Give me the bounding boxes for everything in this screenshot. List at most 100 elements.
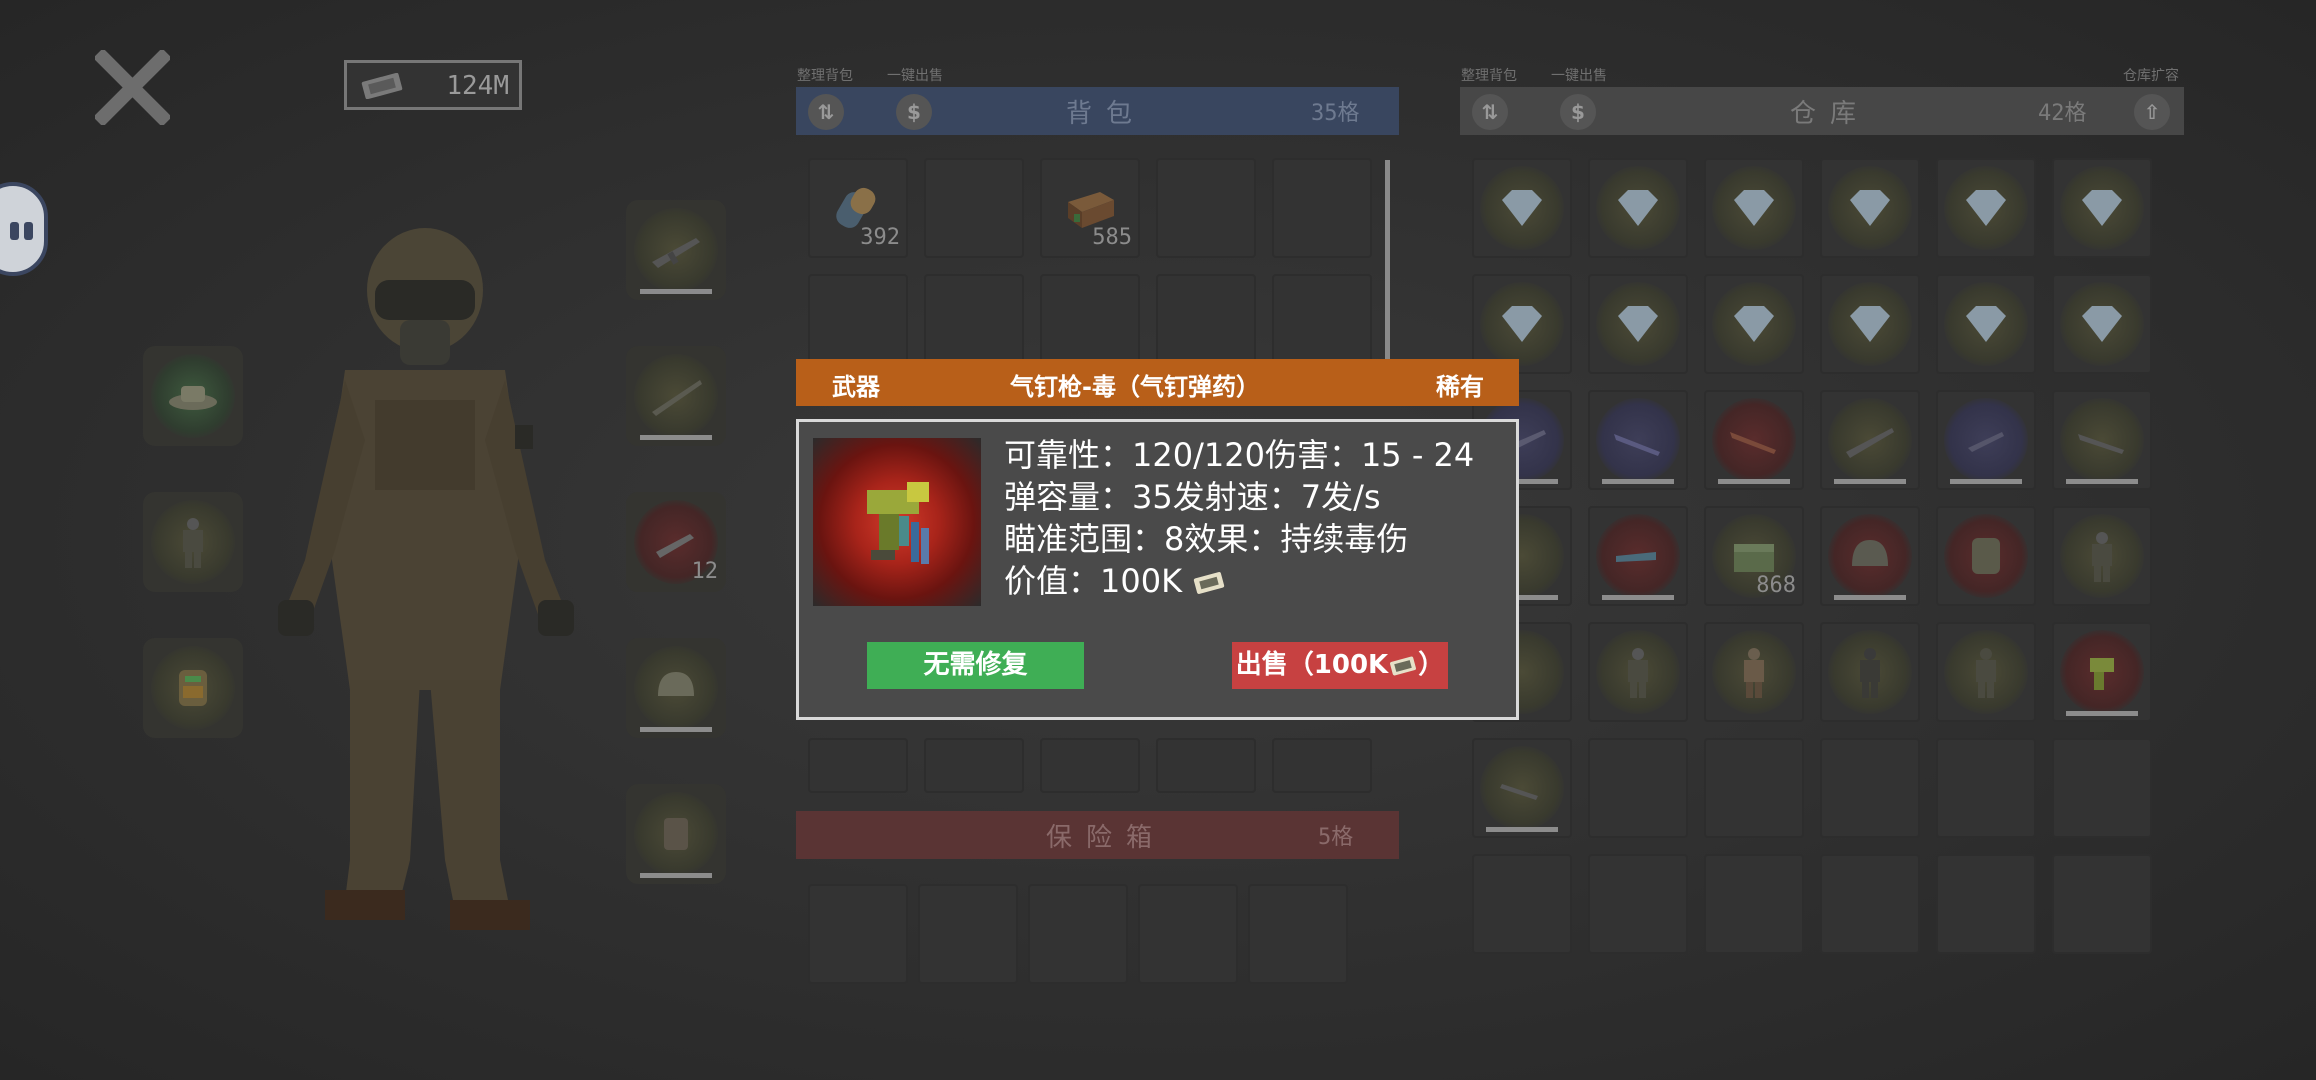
warehouse-cell[interactable] — [1820, 506, 1920, 606]
backpack-cell[interactable]: 585 — [1040, 158, 1140, 258]
safe-title: 保险箱 — [1046, 823, 1167, 853]
safe-cell[interactable] — [808, 884, 908, 984]
armor-icon — [1744, 648, 1764, 698]
warehouse-cell[interactable] — [2052, 274, 2152, 374]
safe-cell[interactable] — [1028, 884, 1128, 984]
warehouse-cell[interactable] — [1936, 390, 2036, 490]
equip-slot-helmet[interactable] — [626, 638, 726, 738]
organize-icon[interactable]: ⇅ — [1472, 94, 1508, 130]
organize-icon[interactable]: ⇅ — [808, 94, 844, 130]
equip-slot-body[interactable] — [143, 492, 243, 592]
diamond-icon — [1502, 190, 1542, 226]
warehouse-title: 仓库 — [1790, 99, 1871, 129]
warehouse-cell[interactable] — [1472, 854, 1572, 954]
warehouse-cell[interactable] — [1472, 738, 1572, 838]
warehouse-cell[interactable] — [1704, 622, 1804, 722]
backpack-cell[interactable] — [1040, 738, 1140, 793]
backpack-scrollbar[interactable] — [1385, 160, 1390, 360]
close-icon[interactable] — [95, 50, 170, 125]
safe-slots: 5格 — [1318, 825, 1354, 850]
no-repair-button[interactable]: 无需修复 — [867, 642, 1084, 689]
sell-all-icon[interactable]: $ — [896, 94, 932, 130]
warehouse-cell[interactable] — [1820, 854, 1920, 954]
backpack-cell[interactable] — [1156, 158, 1256, 258]
safe-cell[interactable] — [1248, 884, 1348, 984]
warehouse-cell[interactable] — [1704, 158, 1804, 258]
warehouse-cell[interactable] — [1704, 390, 1804, 490]
warehouse-cell[interactable] — [1936, 738, 2036, 838]
money-display: 124M — [344, 60, 522, 110]
warehouse-grid: 868 — [1472, 158, 2172, 958]
warehouse-cell[interactable] — [1588, 274, 1688, 374]
sell-button-label-end: ） — [1418, 650, 1445, 680]
item-count: 392 — [860, 225, 900, 250]
rifle-icon — [2078, 434, 2124, 454]
warehouse-cell[interactable] — [1588, 506, 1688, 606]
expand-icon[interactable]: ⇧ — [2134, 94, 2170, 130]
safe-header: 保险箱 5格 — [796, 811, 1399, 859]
chat-button[interactable] — [0, 182, 48, 276]
backpack-icon — [179, 670, 207, 706]
cash-icon — [361, 73, 403, 99]
money-amount: 124M — [446, 71, 509, 101]
warehouse-cell[interactable] — [1820, 738, 1920, 838]
warehouse-cell[interactable] — [1936, 506, 2036, 606]
item-name: 气钉枪-毒（气钉弹药） — [1010, 373, 1260, 401]
warehouse-cell[interactable] — [1588, 622, 1688, 722]
warehouse-cell[interactable] — [1820, 390, 1920, 490]
warehouse-cell[interactable] — [1588, 854, 1688, 954]
warehouse-cell[interactable] — [1588, 158, 1688, 258]
warehouse-cell[interactable] — [2052, 158, 2152, 258]
cash-icon — [1390, 656, 1417, 675]
sell-all-icon[interactable]: $ — [1560, 94, 1596, 130]
warehouse-cell[interactable] — [2052, 854, 2152, 954]
backpack-title: 背包 — [1066, 99, 1147, 129]
shotgun-icon — [1730, 432, 1776, 454]
equip-slot-secondary[interactable] — [626, 346, 726, 446]
warehouse-cell[interactable] — [1936, 854, 2036, 954]
equip-slot-backpack[interactable] — [143, 638, 243, 738]
warehouse-cell[interactable] — [1472, 158, 1572, 258]
armor-icon — [2092, 532, 2112, 582]
backpack-icon — [1972, 538, 2000, 574]
warehouse-cell[interactable] — [2052, 622, 2152, 722]
equip-slot-ammo[interactable]: 12 — [626, 492, 726, 592]
warehouse-cell[interactable] — [1704, 738, 1804, 838]
backpack-cell[interactable] — [1272, 158, 1372, 258]
backpack-cell[interactable] — [924, 738, 1024, 793]
warehouse-cell[interactable]: 868 — [1704, 506, 1804, 606]
backpack-cell[interactable] — [808, 738, 908, 793]
backpack-cell[interactable] — [924, 158, 1024, 258]
warehouse-cell[interactable] — [1704, 854, 1804, 954]
safe-cell[interactable] — [918, 884, 1018, 984]
warehouse-cell[interactable] — [1820, 622, 1920, 722]
warehouse-cell[interactable] — [1588, 390, 1688, 490]
warehouse-sell-all-label: 一键出售 — [1551, 68, 1607, 84]
warehouse-cell[interactable] — [1936, 622, 2036, 722]
backpack-cell[interactable]: 392 — [808, 158, 908, 258]
warehouse-cell[interactable] — [1820, 274, 1920, 374]
warehouse-cell[interactable] — [1820, 158, 1920, 258]
backpack-sell-all-label: 一键出售 — [887, 68, 943, 84]
diamond-icon — [2082, 190, 2122, 226]
backpack-cell[interactable] — [1272, 738, 1372, 793]
safe-cell[interactable] — [1138, 884, 1238, 984]
rifle-icon — [1846, 428, 1894, 458]
equip-slot-vest[interactable] — [626, 784, 726, 884]
warehouse-cell[interactable] — [1704, 274, 1804, 374]
armor-icon — [1976, 648, 1996, 698]
nailgun-icon — [867, 482, 929, 564]
equip-slot-primary[interactable] — [626, 200, 726, 300]
stat-line-value: 价值：100K — [1004, 560, 1474, 602]
warehouse-cell[interactable] — [2052, 390, 2152, 490]
equip-slot-hat[interactable] — [143, 346, 243, 446]
backpack-cell[interactable] — [1156, 738, 1256, 793]
warehouse-cell[interactable] — [1588, 738, 1688, 838]
warehouse-cell[interactable] — [1936, 158, 2036, 258]
diamond-icon — [1734, 306, 1774, 342]
item-rarity: 稀有 — [1436, 373, 1484, 401]
warehouse-cell[interactable] — [2052, 506, 2152, 606]
sell-button[interactable]: 出售（100K ） — [1232, 642, 1448, 689]
warehouse-cell[interactable] — [2052, 738, 2152, 838]
warehouse-cell[interactable] — [1936, 274, 2036, 374]
